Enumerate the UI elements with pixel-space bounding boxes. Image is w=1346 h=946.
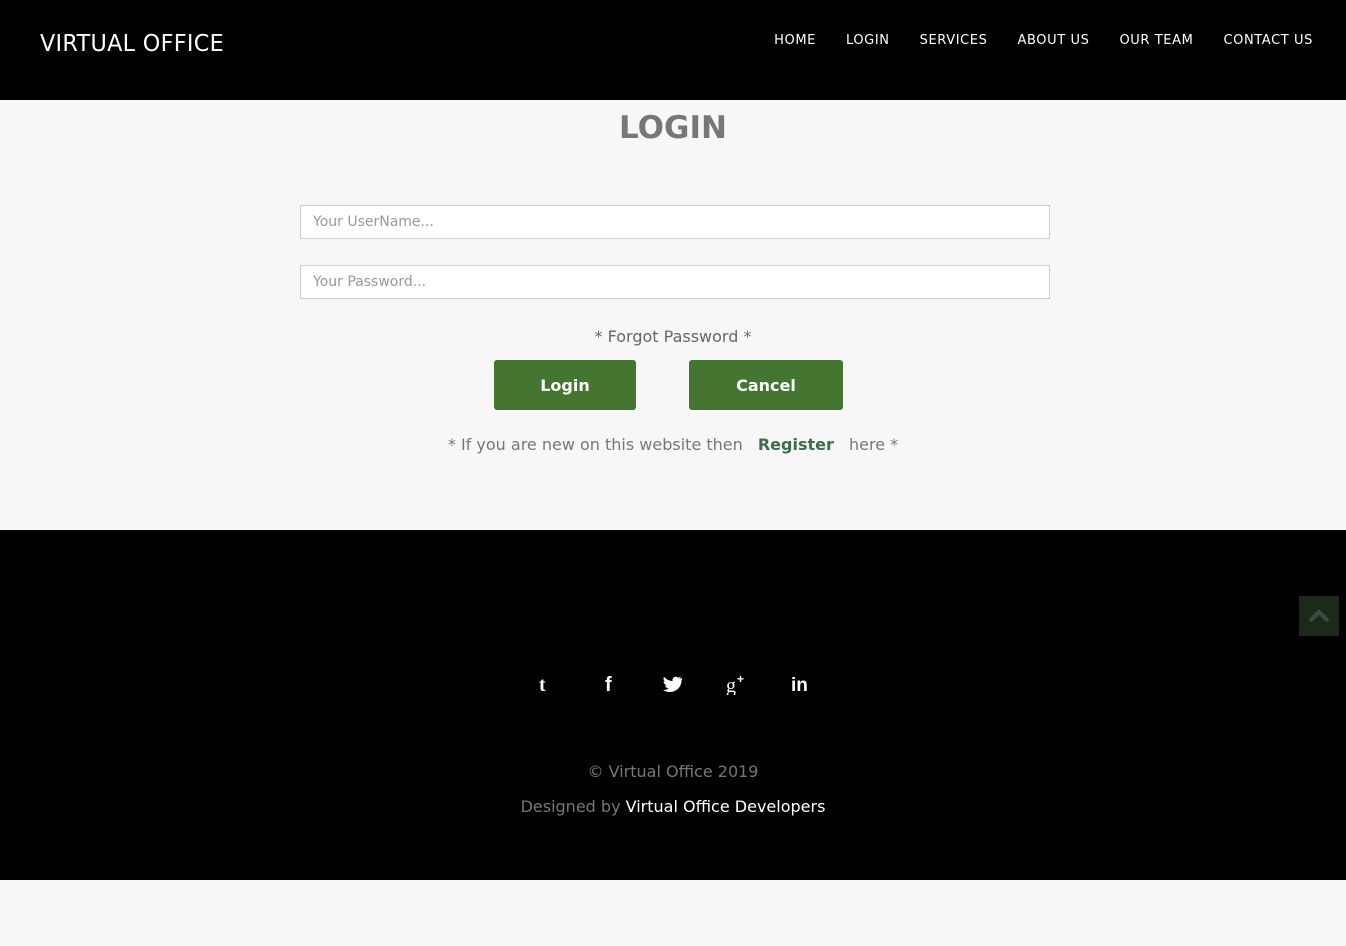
site-header: VIRTUAL OFFICE HOME LOGIN SERVICES ABOUT…	[0, 0, 1346, 100]
facebook-icon[interactable]: f	[598, 670, 620, 698]
nav-contact-us[interactable]: CONTACT US	[1223, 33, 1313, 48]
developers-link[interactable]: Virtual Office Developers	[626, 797, 826, 816]
username-input[interactable]	[300, 205, 1050, 239]
register-prefix: * If you are new on this website then	[447, 435, 743, 454]
forgot-password-link[interactable]: * Forgot Password *	[0, 327, 1346, 346]
copyright-text: © Virtual Office 2019	[587, 762, 759, 781]
tumblr-icon[interactable]: t	[534, 670, 556, 698]
svg-text:in: in	[791, 675, 808, 694]
svg-text:g: g	[726, 675, 736, 695]
cancel-button[interactable]: Cancel	[689, 360, 843, 410]
back-to-top-button[interactable]	[1299, 596, 1339, 636]
register-suffix: here *	[848, 435, 899, 454]
social-links: t f g + in	[0, 670, 1346, 698]
nav-services[interactable]: SERVICES	[920, 33, 988, 48]
chevron-up-icon	[1308, 609, 1330, 623]
nav-our-team[interactable]: OUR TEAM	[1119, 33, 1193, 48]
twitter-icon[interactable]	[662, 670, 684, 698]
designed-prefix: Designed by	[520, 797, 621, 816]
login-section: LOGIN * Forgot Password * Login Cancel *…	[0, 100, 1346, 530]
login-button[interactable]: Login	[494, 360, 636, 410]
svg-text:f: f	[605, 674, 612, 694]
svg-text:+: +	[737, 673, 744, 686]
google-plus-icon[interactable]: g +	[726, 670, 748, 698]
register-prompt: * If you are new on this website then Re…	[0, 435, 1346, 454]
page-title: LOGIN	[619, 110, 727, 146]
nav-about-us[interactable]: ABOUT US	[1017, 33, 1089, 48]
svg-text:t: t	[539, 674, 546, 694]
register-link[interactable]: Register	[758, 435, 834, 454]
main-nav: HOME LOGIN SERVICES ABOUT US OUR TEAM CO…	[744, 33, 1313, 48]
nav-home[interactable]: HOME	[774, 33, 816, 48]
linkedin-icon[interactable]: in	[790, 670, 812, 698]
nav-login[interactable]: LOGIN	[846, 33, 890, 48]
site-footer: t f g + in © Virtual Office 2019 Designed…	[0, 530, 1346, 880]
password-input[interactable]	[300, 265, 1050, 299]
designed-by: Designed by Virtual Office Developers	[0, 797, 1346, 816]
site-logo[interactable]: VIRTUAL OFFICE	[40, 31, 224, 57]
